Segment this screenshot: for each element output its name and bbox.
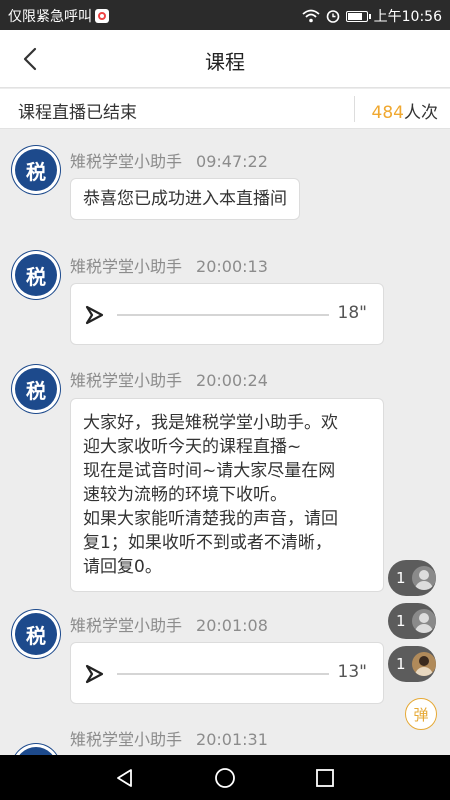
audio-message[interactable]: 18"	[70, 283, 384, 345]
view-count-unit: 人次	[404, 103, 438, 123]
text-bubble: 大家好，我是雉税学堂小助手。欢 迎大家收听今天的课程直播~ 现在是试音时间~请大…	[70, 398, 384, 592]
status-left: 仅限紧急呼叫	[8, 6, 109, 26]
assistant-avatar[interactable]: 税	[12, 610, 60, 658]
sender-name: 雉税学堂小助手	[70, 616, 183, 635]
home-circle-icon	[215, 768, 235, 788]
page-title: 课程	[205, 50, 245, 74]
top-bar: 课程	[0, 30, 450, 88]
viewer-badge[interactable]: 1	[388, 603, 436, 639]
text-bubble: 恭喜您已成功进入本直播间	[70, 178, 300, 220]
default-user-icon	[412, 609, 436, 633]
nav-back-button[interactable]	[113, 766, 137, 790]
sender-name: 雉税学堂小助手	[70, 371, 183, 390]
message-time: 20:00:24	[196, 371, 268, 390]
nav-recent-button[interactable]	[313, 766, 337, 790]
audio-progress-track[interactable]	[117, 673, 329, 675]
sender-name: 雉税学堂小助手	[70, 152, 183, 171]
audio-progress-track[interactable]	[117, 314, 329, 316]
battery-icon	[345, 10, 371, 22]
text-line: 请回复0。	[83, 557, 162, 577]
recent-square-icon	[316, 769, 334, 787]
back-triangle-icon	[117, 769, 132, 787]
text-line: 迎大家收听今天的课程直播~	[83, 437, 302, 457]
assistant-avatar[interactable]: 税	[12, 146, 60, 194]
audio-duration: 13"	[337, 662, 367, 682]
user-photo-avatar	[412, 652, 436, 676]
system-nav-bar	[0, 755, 450, 800]
chat-list[interactable]: 税 雉税学堂小助手 09:47:22 恭喜您已成功进入本直播间 税 雉税学堂小助手…	[0, 130, 450, 755]
status-bar: 仅限紧急呼叫 上午10:56	[0, 0, 450, 30]
message-time: 20:01:08	[196, 616, 268, 635]
message-time: 20:00:13	[196, 257, 268, 276]
nav-home-button[interactable]	[213, 766, 237, 790]
message-time: 09:47:22	[196, 152, 268, 171]
message-meta: 雉税学堂小助手 20:00:24	[70, 367, 268, 391]
text-line: 复1；如果收听不到或者不清晰，	[83, 533, 332, 553]
sender-name: 雉税学堂小助手	[70, 257, 183, 276]
viewer-count: 1	[396, 655, 406, 673]
viewer-count: 1	[396, 569, 406, 587]
live-info-bar: 课程直播已结束 484人次	[0, 89, 450, 129]
text-line: 如果大家能听清楚我的声音，请回	[83, 509, 338, 529]
viewer-badge[interactable]: 1	[388, 560, 436, 596]
assistant-avatar[interactable]: 税	[12, 744, 60, 755]
viewer-badge[interactable]: 1	[388, 646, 436, 682]
audio-duration: 18"	[337, 303, 367, 323]
default-user-icon	[412, 566, 436, 590]
status-right: 上午10:56	[302, 6, 442, 26]
view-count: 484人次	[372, 98, 438, 123]
assistant-avatar[interactable]: 税	[12, 365, 60, 413]
live-status-text: 课程直播已结束	[18, 103, 137, 123]
carrier-text: 仅限紧急呼叫	[8, 9, 92, 25]
text-line: 大家好，我是雉税学堂小助手。欢	[83, 413, 338, 433]
text-line: 现在是试音时间~请大家尽量在网	[83, 461, 336, 481]
text-line: 速较为流畅的环境下收听。	[83, 485, 287, 505]
clock: 上午10:56	[373, 9, 442, 25]
message-meta: 雉税学堂小助手 20:00:13	[70, 253, 268, 277]
message-meta: 雉税学堂小助手 09:47:22	[70, 148, 268, 172]
sender-name: 雉税学堂小助手	[70, 730, 183, 749]
wifi-icon	[302, 9, 320, 23]
audio-message[interactable]: 13"	[70, 642, 384, 704]
app-notification-icon	[95, 9, 109, 23]
play-icon[interactable]	[83, 663, 105, 685]
viewer-count: 1	[396, 612, 406, 630]
assistant-avatar[interactable]: 税	[12, 251, 60, 299]
message-meta: 雉税学堂小助手 20:01:08	[70, 612, 268, 636]
message-time: 20:01:31	[196, 730, 268, 749]
message-meta: 雉税学堂小助手 20:01:31	[70, 726, 268, 750]
alarm-icon	[326, 10, 339, 23]
danmu-toggle-button[interactable]: 弹	[405, 698, 437, 730]
play-icon[interactable]	[83, 304, 105, 326]
view-count-number: 484	[371, 103, 404, 123]
info-divider	[354, 96, 355, 122]
